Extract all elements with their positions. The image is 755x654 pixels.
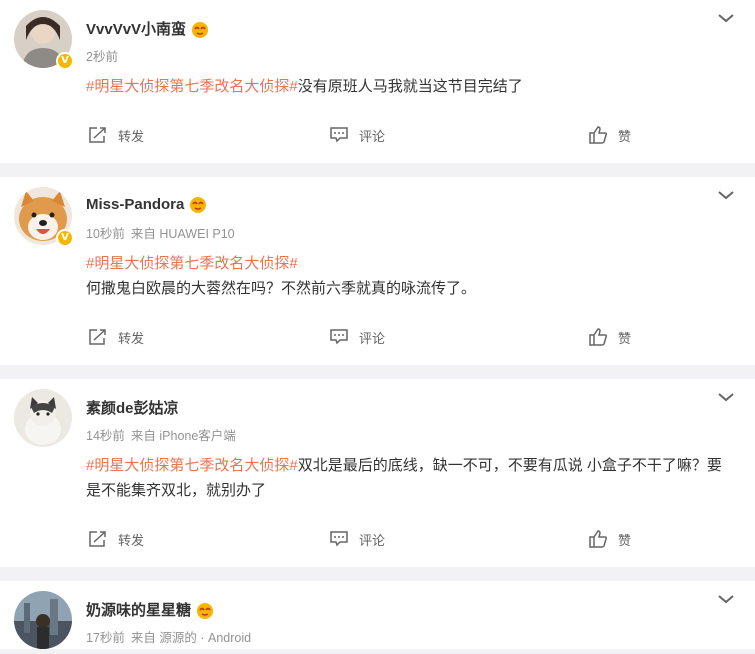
fan-medal-icon (192, 21, 209, 38)
like-button[interactable]: 赞 (480, 529, 739, 549)
post-text: #明星大侦探第七季改名大侦探# 何撒鬼白欧晨的大蓉然在吗？不然前六季就真的咏流传了… (86, 255, 477, 297)
forward-icon (89, 531, 106, 547)
verified-badge-icon: V (56, 52, 74, 70)
verified-badge-icon: V (56, 229, 74, 247)
comment-icon (330, 127, 348, 143)
forward-button[interactable]: 转发 (14, 530, 239, 549)
post-card: 奶源味的星星糖 17秒前 来自 源源的 · Android (0, 581, 755, 649)
forward-icon (89, 127, 106, 143)
like-button[interactable]: 赞 (480, 327, 739, 347)
chevron-down-icon[interactable] (715, 187, 737, 203)
topic-link[interactable]: #明星大侦探第七季改名大侦探# (86, 255, 298, 272)
post-time[interactable]: 17秒前 (86, 631, 125, 645)
post-text: #明星大侦探第七季改名大侦探#双北是最后的底线，缺一不可，不要有瓜说 小盒子不干… (86, 457, 722, 499)
action-bar: 转发 评论 赞 (14, 107, 739, 163)
comment-button[interactable]: 评论 (239, 126, 480, 145)
forward-button[interactable]: 转发 (14, 126, 239, 145)
comment-button[interactable]: 评论 (239, 530, 480, 549)
comment-icon (330, 329, 348, 345)
user-name[interactable]: VvvVvV小南蛮 (86, 18, 186, 39)
forward-button[interactable]: 转发 (14, 328, 239, 347)
like-icon (589, 126, 608, 144)
post-source: 来自 iPhone客户端 (130, 429, 236, 443)
post-card: V VvvVvV小南蛮 2秒前 #明星大侦探第七季改名大侦探#没有原班人马我就当… (0, 0, 755, 163)
like-icon (589, 530, 608, 548)
avatar[interactable] (14, 591, 72, 649)
post-source: 来自 源源的 · Android (130, 631, 252, 645)
chevron-down-icon[interactable] (715, 10, 737, 26)
fan-medal-icon (190, 197, 207, 213)
forward-icon (89, 329, 106, 345)
feed: V VvvVvV小南蛮 2秒前 #明星大侦探第七季改名大侦探#没有原班人马我就当… (0, 0, 755, 649)
comment-icon (330, 531, 348, 547)
user-name[interactable]: Miss-Pandora (86, 196, 184, 213)
avatar[interactable] (14, 389, 72, 447)
post-time[interactable]: 2秒前 (86, 50, 118, 64)
action-bar: 转发 评论 赞 (14, 511, 739, 567)
post-card: V Miss-Pandora 10秒前 来自 HUAWEI P10 #明星大侦探第… (0, 177, 755, 365)
action-bar: 转发 评论 赞 (14, 309, 739, 365)
post-time[interactable]: 10秒前 (86, 227, 125, 241)
like-icon (589, 328, 608, 346)
topic-link[interactable]: #明星大侦探第七季改名大侦探# (86, 457, 298, 474)
like-button[interactable]: 赞 (480, 125, 739, 145)
user-name[interactable]: 素颜de彭姑凉 (86, 397, 179, 418)
post-time[interactable]: 14秒前 (86, 429, 125, 443)
fan-medal-icon (197, 602, 214, 619)
post-card: 素颜de彭姑凉 14秒前 来自 iPhone客户端 #明星大侦探第七季改名大侦探#… (0, 379, 755, 567)
chevron-down-icon[interactable] (715, 389, 737, 405)
chevron-down-icon[interactable] (715, 591, 737, 607)
topic-link[interactable]: #明星大侦探第七季改名大侦探# (86, 78, 298, 95)
comment-button[interactable]: 评论 (239, 328, 480, 347)
post-source: 来自 HUAWEI P10 (130, 227, 235, 241)
user-name[interactable]: 奶源味的星星糖 (86, 599, 191, 620)
